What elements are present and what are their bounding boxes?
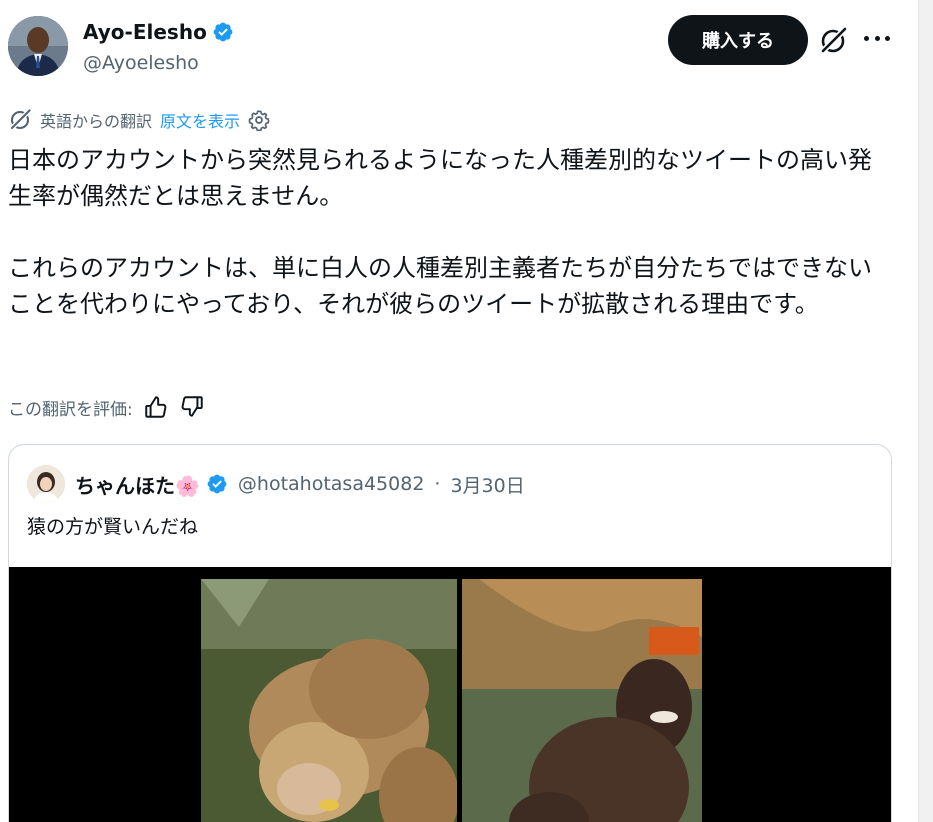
- quoted-tweet-header: ちゃんほた🌸 @hotahotasa45082 · 3月30日: [27, 465, 525, 503]
- tweet-header: Ayo-Elesho @Ayoelesho 購入する: [8, 14, 908, 78]
- author-name-row: Ayo-Elesho: [83, 20, 234, 44]
- rate-translation-label: この翻訳を評価:: [8, 399, 133, 420]
- buy-button[interactable]: 購入する: [668, 15, 808, 65]
- thumbs-up-icon[interactable]: [143, 394, 169, 420]
- quoted-tweet-media[interactable]: [9, 567, 891, 822]
- quoted-tweet-text: 猿の方が賢いんだね: [27, 516, 199, 538]
- grok-icon[interactable]: [818, 26, 848, 56]
- author-handle[interactable]: @Ayoelesho: [83, 52, 199, 74]
- grok-translate-icon: [9, 109, 31, 131]
- quoted-tweet[interactable]: ちゃんほた🌸 @hotahotasa45082 · 3月30日 猿の方が賢いんだ…: [8, 444, 892, 822]
- verified-badge-icon: [213, 22, 233, 42]
- quoted-tweet-date[interactable]: 3月30日: [450, 471, 524, 498]
- author-display-name[interactable]: Ayo-Elesho: [83, 20, 207, 44]
- quoted-author-avatar[interactable]: [27, 465, 65, 503]
- page-scrollbar[interactable]: [918, 0, 933, 822]
- translation-label: 英語からの翻訳: [40, 112, 153, 131]
- gear-icon[interactable]: [248, 109, 270, 131]
- rate-translation-row: この翻訳を評価:: [8, 394, 205, 420]
- media-image: [9, 567, 891, 822]
- more-icon[interactable]: [864, 36, 890, 44]
- thumbs-down-icon[interactable]: [179, 394, 205, 420]
- meta-separator: ·: [434, 473, 441, 495]
- translation-bar: 英語からの翻訳 原文を表示: [8, 108, 270, 132]
- author-avatar[interactable]: [8, 16, 68, 76]
- quoted-verified-badge-icon: [207, 474, 227, 494]
- quoted-author-name[interactable]: ちゃんほた🌸: [75, 470, 200, 499]
- quoted-author-handle[interactable]: @hotahotasa45082: [238, 473, 425, 495]
- show-original-link[interactable]: 原文を表示: [160, 108, 240, 132]
- tweet-body-text: 日本のアカウントから突然見られるようになった人種差別的なツイートの高い発生率が偶…: [8, 146, 872, 318]
